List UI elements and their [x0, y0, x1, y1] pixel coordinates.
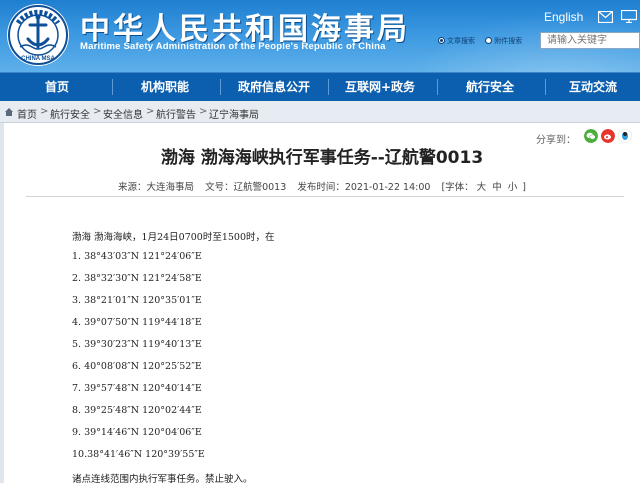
weibo-icon[interactable]	[601, 129, 615, 143]
nav-nav-safety[interactable]: 航行安全	[440, 73, 540, 101]
font-size-close: ]	[522, 182, 526, 193]
site-header: CHINA MSA 中华人民共和国海事局 Maritime Safety Adm…	[0, 0, 640, 72]
site-title-en: Maritime Safety Administration of the Pe…	[80, 41, 386, 52]
breadcrumb: 首页 > 航行安全 > 安全信息 > 航行警告 > 辽宁海事局	[0, 101, 640, 123]
nav-interaction[interactable]: 互动交流	[548, 73, 638, 101]
logo-bottom-text: CHINA MSA	[21, 56, 55, 62]
font-size-small[interactable]: 小	[508, 182, 518, 193]
coordinate-point: 4. 39°07′50″N 119°44′18″E	[72, 317, 202, 328]
nav-functions[interactable]: 机构职能	[115, 73, 215, 101]
coordinate-point: 8. 39°25′48″N 120°02′44″E	[72, 405, 202, 416]
meta-published: 发布时间：2021-01-22 14:00	[297, 182, 431, 193]
nav-divider	[437, 79, 438, 95]
breadcrumb-liaoning[interactable]: 辽宁海事局	[209, 106, 259, 121]
qq-icon[interactable]	[618, 129, 632, 143]
english-link[interactable]: English	[544, 10, 583, 24]
article-closing: 诸点连线范围内执行军事任务。禁止驶入。	[72, 474, 253, 483]
radio-attachment-label: 附件搜索	[494, 37, 523, 45]
coordinate-point: 2. 38°32′30″N 121°24′58″E	[72, 273, 202, 284]
coordinate-point: 1. 38°43′03″N 121°24′06″E	[72, 251, 202, 262]
font-size-medium[interactable]: 中	[492, 182, 502, 193]
breadcrumb-warnings[interactable]: 航行警告	[156, 106, 196, 121]
nav-internet-gov[interactable]: 互联网+政务	[330, 73, 430, 101]
coordinate-point: 9. 39°14′46″N 120°04′06″E	[72, 427, 202, 438]
coordinate-point: 7. 39°57′48″N 120°40′14″E	[72, 383, 202, 394]
home-icon	[5, 108, 13, 116]
breadcrumb-home[interactable]: 首页	[17, 106, 37, 121]
search-input[interactable]	[540, 32, 640, 49]
breadcrumb-nav-safety[interactable]: 航行安全	[50, 106, 90, 121]
radio-attachment-search[interactable]	[485, 36, 493, 44]
nav-divider	[328, 79, 329, 95]
radio-article-label: 文章搜索	[447, 37, 475, 45]
article-title: 渤海 渤海海峡执行军事任务--辽航警0013	[160, 148, 484, 168]
meta-source: 来源：大连海事局	[118, 182, 195, 193]
font-size-label: [字体：	[441, 182, 474, 193]
coordinate-point: 6. 40°08′08″N 120°25′52″E	[72, 361, 202, 372]
article-meta: 来源：大连海事局 文号：辽航警0013 发布时间：2021-01-22 14:0…	[4, 179, 640, 193]
breadcrumb-separator: >	[40, 106, 49, 117]
nav-home[interactable]: 首页	[12, 73, 102, 101]
font-size-large[interactable]: 大	[477, 182, 487, 193]
article-panel: 分享到： 渤海 渤海海峡执行军事任务--辽航警0013 来源：大连海事局 文号：…	[4, 123, 640, 483]
coordinate-point: 10.38°41′46″N 120°39′55″E	[72, 449, 205, 460]
nav-divider	[545, 79, 546, 95]
breadcrumb-separator: >	[93, 106, 102, 117]
radio-article-search[interactable]	[438, 36, 445, 44]
title-divider	[26, 196, 624, 197]
monitor-icon[interactable]	[621, 10, 637, 23]
mail-icon[interactable]	[598, 11, 613, 23]
coordinate-point: 3. 38°21′01″N 120°35′01″E	[72, 295, 202, 306]
breadcrumb-separator: >	[199, 106, 208, 117]
msa-logo-icon[interactable]: CHINA MSA	[6, 3, 70, 67]
meta-doc-no: 文号：辽航警0013	[205, 182, 287, 193]
coordinate-point: 5. 39°30′23″N 119°40′13″E	[72, 339, 202, 350]
wechat-icon[interactable]	[584, 129, 598, 143]
nav-divider	[112, 79, 113, 95]
article-intro: 渤海 渤海海峡，1月24日0700时至1500时，在	[72, 232, 275, 243]
breadcrumb-separator: >	[146, 106, 155, 117]
breadcrumb-safety-info[interactable]: 安全信息	[103, 106, 143, 121]
nav-gov-info[interactable]: 政府信息公开	[220, 73, 328, 101]
main-nav: 首页 机构职能 政府信息公开 互联网+政务 航行安全 互动交流	[0, 72, 640, 101]
search-type-radios: 文章搜索 附件搜索	[438, 36, 530, 46]
